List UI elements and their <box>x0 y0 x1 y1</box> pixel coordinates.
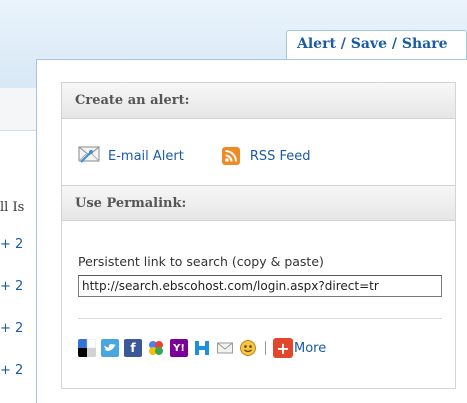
panel-content-box: Create an alert: E-mail Alert RSS Feed U… <box>61 82 456 389</box>
rss-icon <box>221 147 240 165</box>
delicious-icon[interactable] <box>78 339 96 357</box>
yahoo-icon[interactable]: Y! <box>170 339 188 357</box>
smiley-icon[interactable] <box>239 339 257 357</box>
tab-alert-save-share[interactable]: Alert / Save / Share <box>286 30 467 60</box>
permalink-url-field[interactable] <box>78 275 442 297</box>
hyves-icon[interactable] <box>193 339 211 357</box>
more-share-button[interactable]: + More <box>273 338 326 358</box>
email-alert-link[interactable]: E-mail Alert <box>78 145 184 167</box>
create-alert-heading: Create an alert: <box>62 83 455 119</box>
email-alert-label: E-mail Alert <box>108 148 184 164</box>
more-label: More <box>294 340 327 356</box>
page-toolbar-fragment <box>0 88 40 131</box>
rss-feed-link[interactable]: RSS Feed <box>184 147 311 165</box>
alert-save-share-panel: Create an alert: E-mail Alert RSS Feed U… <box>36 59 467 403</box>
google-icon[interactable] <box>147 339 165 357</box>
email-share-icon[interactable] <box>216 339 234 357</box>
background-expand-link[interactable]: + 2 <box>0 321 23 336</box>
background-expand-link[interactable]: + 2 <box>0 363 23 378</box>
alert-options-row: E-mail Alert RSS Feed <box>78 143 311 169</box>
email-envelope-icon <box>78 145 102 167</box>
twitter-icon[interactable] <box>101 339 119 357</box>
permalink-label: Persistent link to search (copy & paste) <box>78 254 324 269</box>
share-icons-row: f Y! + More <box>78 336 326 360</box>
facebook-icon[interactable]: f <box>124 339 142 357</box>
background-text-fragment: ll Is <box>0 200 25 215</box>
share-divider <box>78 318 442 319</box>
background-expand-link[interactable]: + 2 <box>0 237 23 252</box>
use-permalink-heading: Use Permalink: <box>62 185 455 221</box>
plus-icon: + <box>273 338 293 358</box>
share-separator <box>265 341 266 355</box>
background-expand-link[interactable]: + 2 <box>0 279 23 294</box>
rss-feed-label: RSS Feed <box>249 148 311 164</box>
